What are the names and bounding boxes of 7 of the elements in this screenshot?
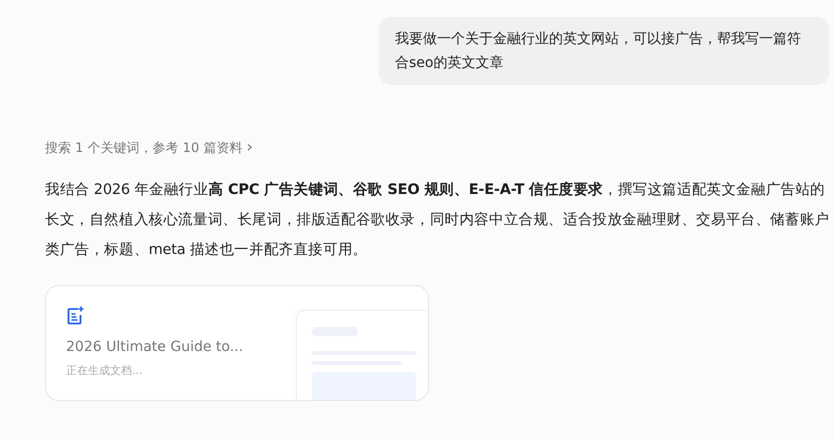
document-title: 2026 Ultimate Guide to... xyxy=(66,339,244,355)
document-card[interactable]: 2026 Ultimate Guide to... 正在生成文档... xyxy=(45,285,429,401)
document-status: 正在生成文档... xyxy=(66,363,142,378)
search-summary-link[interactable]: 搜索 1 个关键词，参考 10 篇资料 › xyxy=(45,137,253,157)
document-sparkle-icon xyxy=(66,306,84,325)
answer-text: 我结合 2026 年金融行业高 CPC 广告关键词、谷歌 SEO 规则、E-E-A-T 信任度要求，撰写这篇适配英文金融广告站的长文，自然植入核心流量词、长尾词，排版适配谷歌收录，同时内容中立合规、适合投放金融理财、交易平台、储蓄账户类广告，标题、meta 描述也一并配齐直接可用。 xyxy=(45,180,830,260)
user-message: 我要做一个关于金融行业的英文网站，可以接广告，帮我写一篇符合seo的英文文章 xyxy=(379,17,829,85)
